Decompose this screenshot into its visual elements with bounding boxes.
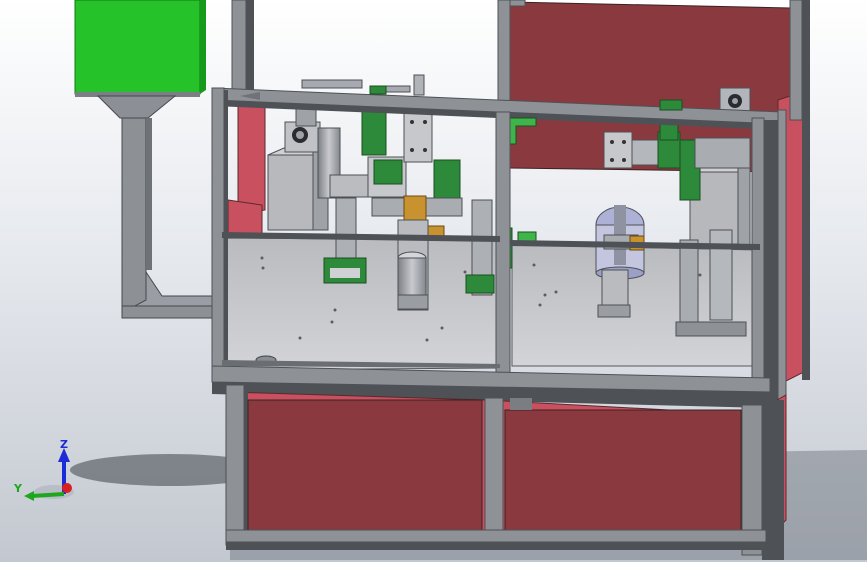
lower-cabinet <box>225 384 787 560</box>
z-axis-label: Z <box>60 440 68 451</box>
axis-triad: Z Y <box>10 438 80 510</box>
control-box-green[interactable] <box>74 0 206 97</box>
3d-viewport[interactable]: Z Y <box>0 0 867 562</box>
y-axis-label: Y <box>13 482 23 495</box>
control-box-stand <box>96 95 215 319</box>
cad-model-view[interactable] <box>0 0 867 562</box>
x-axis-arrow <box>62 483 72 493</box>
y-axis-arrow <box>31 492 65 498</box>
axis-triad-graphic: Z Y <box>13 438 74 501</box>
y-axis-arrowhead <box>24 491 34 501</box>
